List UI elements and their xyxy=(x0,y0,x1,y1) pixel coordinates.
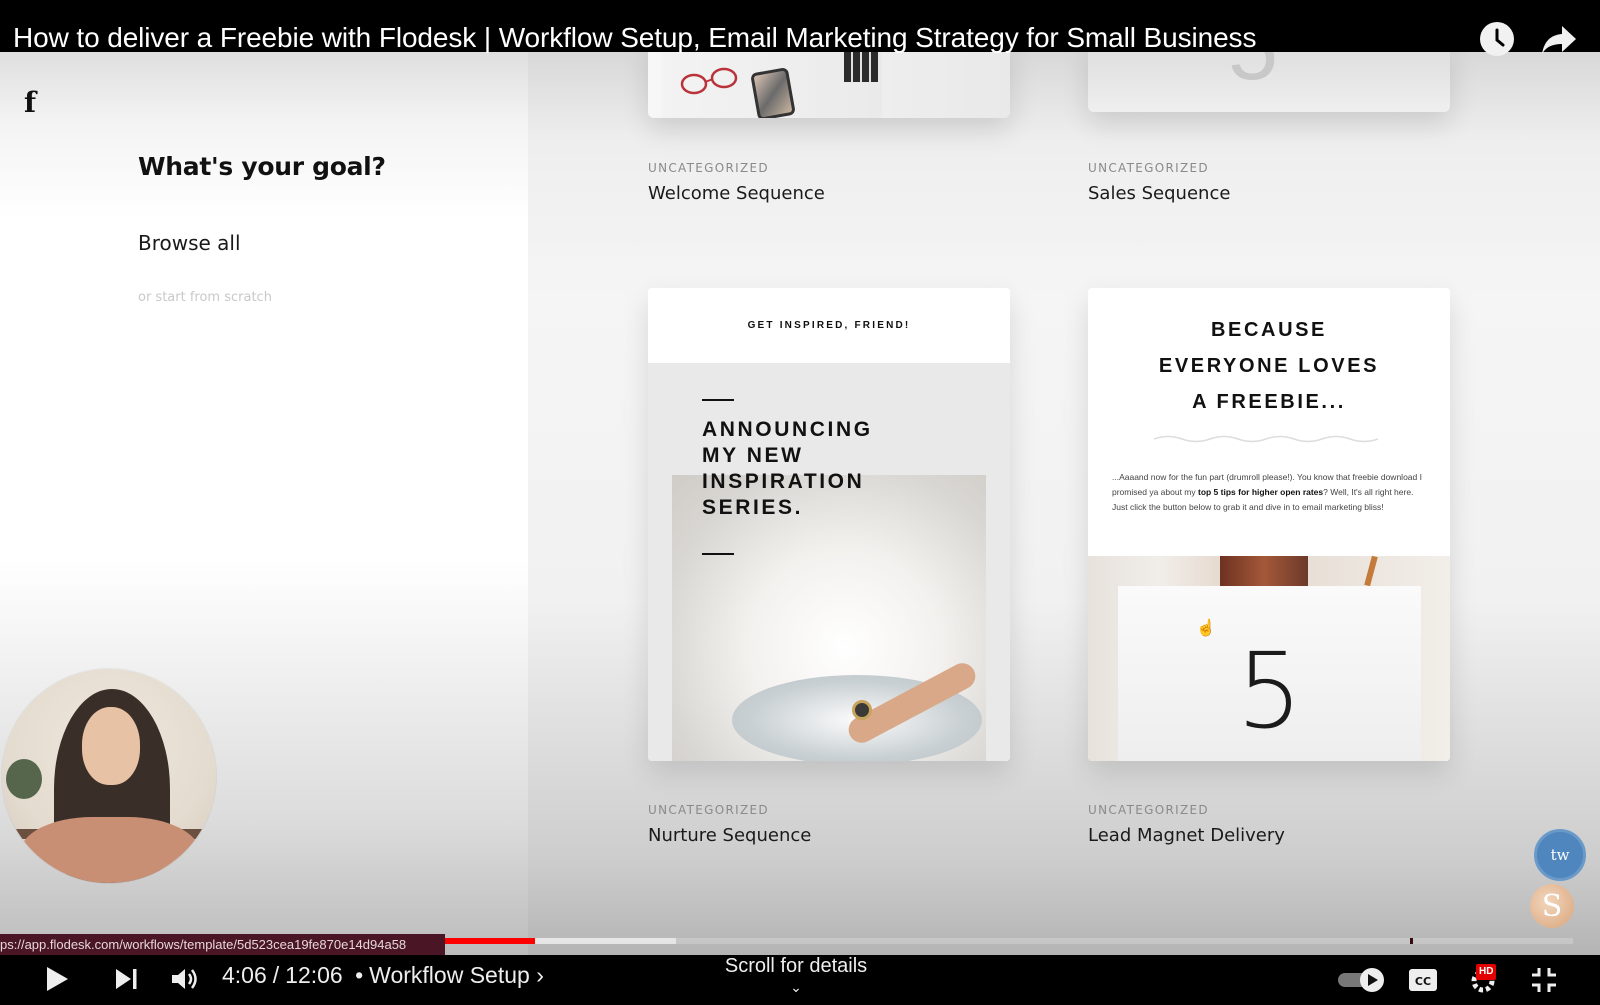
template-name[interactable]: Welcome Sequence xyxy=(648,183,825,204)
captions-cc-icon[interactable]: CC xyxy=(1408,968,1438,992)
preview-body: ANNOUNCING MY NEW INSPIRATION SERIES. xyxy=(648,363,1010,761)
phone-image xyxy=(750,67,796,118)
photo-brushes xyxy=(1220,556,1308,586)
headline-line: SERIES. xyxy=(702,496,804,519)
preview-headline: ANNOUNCING MY NEW INSPIRATION SERIES. xyxy=(702,417,873,521)
template-card-lead-magnet[interactable]: BECAUSE EVERYONE LOVES A FREEBIE... ...A… xyxy=(1088,288,1450,761)
chapter-bullet: • xyxy=(355,962,364,988)
headline-line: MY NEW xyxy=(702,444,804,467)
watch-later-clock-icon[interactable] xyxy=(1480,22,1514,56)
exit-fullscreen-icon[interactable] xyxy=(1530,966,1558,994)
volume-icon[interactable] xyxy=(170,966,200,992)
preview-body-text: ...Aaaand now for the fun part (drumroll… xyxy=(1112,470,1426,515)
preview-number-card: ☝ 5 xyxy=(1118,586,1421,761)
webcam-shirt xyxy=(20,817,200,883)
template-meta: UNCATEGORIZED Lead Magnet Delivery xyxy=(1088,803,1285,846)
s-channel-badge-icon[interactable]: S xyxy=(1530,884,1574,928)
goal-heading: What's your goal? xyxy=(138,152,386,181)
start-from-scratch-link[interactable]: or start from scratch xyxy=(138,290,272,305)
next-icon[interactable] xyxy=(114,967,140,991)
time-separator: / xyxy=(272,962,280,988)
svg-text:CC: CC xyxy=(1415,975,1431,988)
template-meta: UNCATEGORIZED Nurture Sequence xyxy=(648,803,811,846)
preview-number: 5 xyxy=(1236,630,1303,752)
headline-line: ANNOUNCING xyxy=(702,418,873,441)
hd-badge: HD xyxy=(1476,964,1497,980)
tw-channel-badge-icon[interactable]: tw xyxy=(1534,829,1586,881)
divider xyxy=(702,399,734,401)
share-arrow-icon[interactable] xyxy=(1540,22,1580,58)
template-name[interactable]: Lead Magnet Delivery xyxy=(1088,825,1285,846)
video-title-bar: How to deliver a Freebie with Flodesk | … xyxy=(0,0,1600,56)
current-time: 4:06 xyxy=(222,962,267,988)
template-category: UNCATEGORIZED xyxy=(1088,803,1209,817)
glasses-icon xyxy=(680,67,738,95)
presenter-webcam xyxy=(2,669,216,883)
chapter-title[interactable]: Workflow Setup xyxy=(369,962,530,988)
template-category: UNCATEGORIZED xyxy=(1088,161,1209,175)
title-line: EVERYONE LOVES xyxy=(1158,355,1380,377)
template-name[interactable]: Nurture Sequence xyxy=(648,825,811,846)
flodesk-logo-icon[interactable]: f xyxy=(24,86,36,119)
template-category: UNCATEGORIZED xyxy=(648,161,769,175)
title-line: A FREEBIE... xyxy=(1192,391,1346,413)
browser-status-url: ps://app.flodesk.com/workflows/template/… xyxy=(0,934,445,955)
template-meta: UNCATEGORIZED Sales Sequence xyxy=(1088,161,1230,204)
wave-divider xyxy=(1154,435,1379,443)
autoplay-toggle-icon[interactable] xyxy=(1336,966,1386,994)
template-name[interactable]: Sales Sequence xyxy=(1088,183,1230,204)
headline-line: INSPIRATION xyxy=(702,470,865,493)
template-meta: UNCATEGORIZED Welcome Sequence xyxy=(648,161,825,204)
preview-photo: ☝ 5 xyxy=(1088,555,1450,761)
preview-header: GET INSPIRED, FRIEND! xyxy=(648,288,1010,363)
template-category: UNCATEGORIZED xyxy=(648,803,769,817)
video-frame[interactable]: f What's your goal? Browse all or start … xyxy=(0,0,1600,955)
browse-all-link[interactable]: Browse all xyxy=(138,231,241,255)
title-line: BECAUSE xyxy=(1211,319,1327,341)
divider xyxy=(702,553,734,555)
video-title[interactable]: How to deliver a Freebie with Flodesk | … xyxy=(13,22,1256,54)
photo-watch xyxy=(852,700,872,720)
webcam-face xyxy=(82,707,140,785)
webcam-plant xyxy=(6,759,42,799)
time-display: 4:06/12:06 • Workflow Setup › xyxy=(222,962,544,989)
scroll-for-details[interactable]: Scroll for details ⌄ xyxy=(700,955,892,994)
template-thumbnail[interactable]: BECAUSE EVERYONE LOVES A FREEBIE... ...A… xyxy=(1088,288,1450,761)
template-card-nurture[interactable]: GET INSPIRED, FRIEND! ANNOUNCING MY NEW … xyxy=(648,288,1010,761)
preview-title: BECAUSE EVERYONE LOVES A FREEBIE... xyxy=(1088,312,1450,420)
duration: 12:06 xyxy=(285,962,343,988)
play-icon[interactable] xyxy=(44,965,70,993)
body-text-bold: top 5 tips for higher open rates xyxy=(1197,487,1324,497)
chapter-marker xyxy=(1410,938,1413,944)
photo-pencil xyxy=(1364,555,1378,587)
chevron-down-icon: ⌄ xyxy=(790,979,802,995)
scroll-hint-label: Scroll for details xyxy=(724,955,868,977)
template-thumbnail[interactable]: GET INSPIRED, FRIEND! ANNOUNCING MY NEW … xyxy=(648,288,1010,761)
chapter-chevron-icon[interactable]: › xyxy=(536,962,544,988)
